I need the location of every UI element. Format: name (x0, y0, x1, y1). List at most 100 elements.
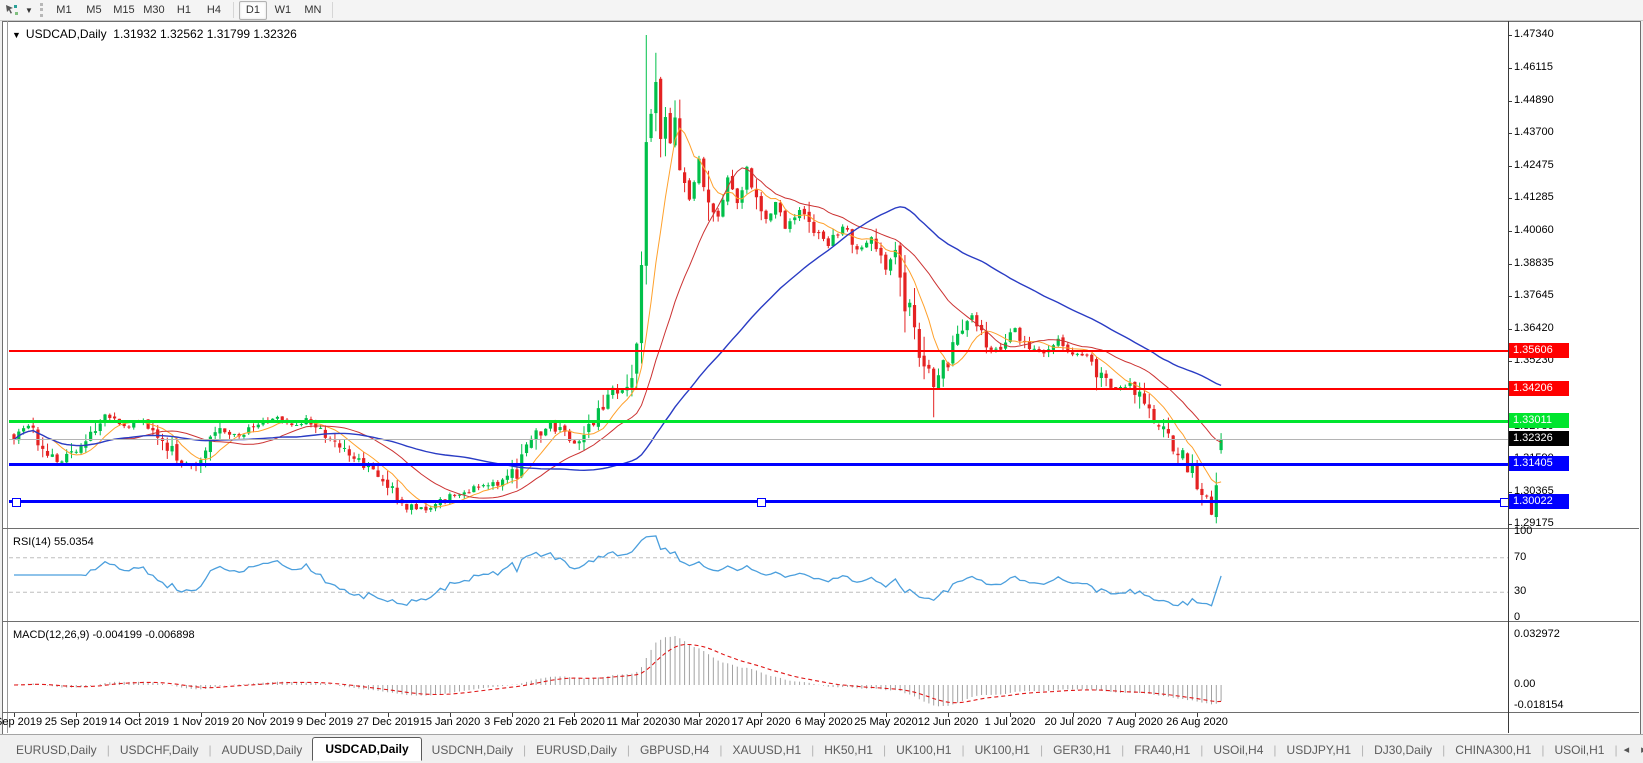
price-axis-tick-label: 1.41285 (1514, 191, 1554, 203)
price-level-handle[interactable] (757, 498, 766, 507)
tab-scroll-controls: | ◂ ▸ (1614, 741, 1643, 758)
price-axis-tick (1508, 231, 1512, 232)
candlestick-plot[interactable] (9, 24, 1508, 528)
price-axis-line[interactable] (1508, 21, 1509, 733)
rsi-axis-label: 0 (1514, 611, 1521, 623)
timeframe-button-h4[interactable]: H4 (200, 1, 228, 20)
price-axis-tick-label: 1.40060 (1514, 224, 1554, 236)
panel-separator-bottom (3, 712, 1639, 713)
tab-china300-h1[interactable]: CHINA300,H1 (1445, 739, 1541, 761)
price-level-line-1.31405[interactable] (9, 463, 1508, 466)
date-axis-label: 25 May 2020 (854, 716, 918, 728)
tab-uk100-h1[interactable]: UK100,H1 (886, 739, 961, 761)
tab-fra40-h1[interactable]: FRA40,H1 (1124, 739, 1200, 761)
panel-separator-macd[interactable] (3, 621, 1639, 622)
tab-usdcnh-daily[interactable]: USDCNH,Daily (422, 739, 523, 761)
price-level-line-1.35606[interactable] (9, 350, 1508, 352)
toolbar-separator (232, 2, 234, 18)
macd-label: MACD(12,26,9) -0.004199 -0.006898 (13, 629, 195, 641)
date-axis-label: 26 Aug 2020 (1166, 716, 1228, 728)
date-axis-label: 20 Jul 2020 (1044, 716, 1102, 728)
timeframe-button-d1[interactable]: D1 (238, 0, 267, 20)
tab-usdchf-daily[interactable]: USDCHF,Daily (110, 739, 209, 761)
date-axis-label: 6 Sep 2019 (0, 716, 43, 728)
chart-title: ▼ USDCAD,Daily 1.31932 1.32562 1.31799 1.… (12, 27, 297, 41)
price-level-badge: 1.33011 (1509, 413, 1569, 428)
chart-tabs: EURUSD,Daily | USDCHF,Daily | AUDUSD,Daily US… (6, 737, 1614, 761)
tab-eurusd-daily[interactable]: EURUSD,Daily (6, 739, 107, 761)
timeframe-toolbar: ▼ M1 M5 M15 M30 H1 H4 D1 W1 MN (0, 0, 1643, 21)
chart-symbol-period: USDCAD,Daily (25, 27, 107, 41)
price-axis-tick-label: 1.36420 (1514, 322, 1554, 334)
price-level-badge: 1.34206 (1509, 381, 1569, 396)
tab-usdjpy-h1[interactable]: USDJPY,H1 (1277, 739, 1361, 761)
price-level-line-1.33011[interactable] (9, 420, 1508, 423)
rsi-axis-label: 70 (1514, 551, 1527, 563)
timeframe-button-m1[interactable]: M1 (50, 1, 78, 20)
price-level-handle[interactable] (12, 498, 21, 507)
tab-audusd-daily[interactable]: AUDUSD,Daily (212, 739, 313, 761)
rsi-indicator-plot[interactable] (9, 530, 1508, 621)
current-price-line (9, 439, 1508, 440)
price-level-line-1.34206[interactable] (9, 388, 1508, 390)
date-axis-label: 6 May 2020 (795, 716, 853, 728)
timeframe-button-h1[interactable]: H1 (170, 1, 198, 20)
macd-axis-label: 0.00 (1514, 678, 1536, 690)
tab-gbpusd-h4[interactable]: GBPUSD,H4 (630, 739, 719, 761)
panel-separator-rsi[interactable] (3, 528, 1639, 529)
tab-scroll-right-icon[interactable]: ▸ (1635, 741, 1643, 758)
price-axis-tick-label: 1.43700 (1514, 126, 1554, 138)
timeframe-button-w1[interactable]: W1 (269, 1, 297, 20)
tab-usoil-h1[interactable]: USOil,H1 (1544, 739, 1614, 761)
date-axis-label: 20 Nov 2019 (231, 716, 295, 728)
date-axis-label: 15 Jan 2020 (419, 716, 481, 728)
chart-ohlc-values: 1.31932 1.32562 1.31799 1.32326 (113, 27, 297, 41)
price-axis-tick (1508, 264, 1512, 265)
tab-eurusd-daily[interactable]: EURUSD,Daily (526, 739, 627, 761)
tab-usoil-h4[interactable]: USOil,H4 (1203, 739, 1273, 761)
chart-tab-bar: EURUSD,Daily | USDCHF,Daily | AUDUSD,Daily US… (0, 734, 1643, 763)
toolbar-separator (331, 2, 333, 18)
tab-xauusd-h1[interactable]: XAUUSD,H1 (722, 739, 811, 761)
cursor-mode-icon[interactable] (4, 2, 24, 18)
date-axis-label: 7 Aug 2020 (1107, 716, 1163, 728)
timeframe-button-m15[interactable]: M15 (110, 1, 138, 20)
price-axis-tick (1508, 296, 1512, 297)
macd-indicator-plot[interactable] (9, 622, 1508, 712)
price-axis-tick-label: 1.42475 (1514, 159, 1554, 171)
price-axis-tick (1508, 361, 1512, 362)
tab-dj30-daily[interactable]: DJ30,Daily (1364, 739, 1442, 761)
price-level-badge: 1.30022 (1509, 494, 1569, 509)
date-axis-label: 14 Oct 2019 (109, 716, 169, 728)
price-axis-tick-label: 1.46115 (1514, 61, 1553, 73)
date-axis-label: 12 Jun 2020 (917, 716, 979, 728)
cursor-dropdown-caret-icon[interactable]: ▼ (25, 6, 33, 15)
rsi-axis-label: 100 (1514, 525, 1533, 537)
tab-usdcad-daily[interactable]: USDCAD,Daily (312, 737, 422, 761)
date-axis-label: 9 Dec 2019 (296, 716, 354, 728)
tab-hk50-h1[interactable]: HK50,H1 (814, 739, 883, 761)
price-level-badge: 1.35606 (1509, 343, 1569, 358)
price-axis-tick (1508, 492, 1512, 493)
price-axis-tick (1508, 198, 1512, 199)
macd-axis-label: 0.032972 (1514, 628, 1560, 640)
price-axis-tick-label: 1.37645 (1514, 289, 1554, 301)
date-axis-label: 25 Sep 2019 (44, 716, 108, 728)
timeframe-button-mn[interactable]: MN (299, 1, 327, 20)
rsi-label: RSI(14) 55.0354 (13, 536, 94, 548)
toolbar-grip-handle[interactable] (39, 3, 43, 17)
date-axis-label: 21 Feb 2020 (543, 716, 605, 728)
timeframe-button-m5[interactable]: M5 (80, 1, 108, 20)
tab-uk100-h1[interactable]: UK100,H1 (965, 739, 1040, 761)
tab-ger30-h1[interactable]: GER30,H1 (1043, 739, 1121, 761)
tab-scroll-left-icon[interactable]: ◂ (1618, 741, 1636, 758)
date-axis-label: 30 Mar 2020 (668, 716, 730, 728)
timeframe-button-m30[interactable]: M30 (140, 1, 168, 20)
symbol-menu-caret-icon[interactable]: ▼ (12, 30, 21, 40)
date-axis-label: 3 Feb 2020 (484, 716, 540, 728)
macd-axis-label: -0.018154 (1514, 699, 1564, 711)
current-price-badge: 1.32326 (1509, 431, 1569, 446)
price-axis-tick-label: 1.44890 (1514, 94, 1554, 106)
price-axis-tick-label: 1.38835 (1514, 257, 1554, 269)
window-inner-edge (7, 21, 8, 733)
